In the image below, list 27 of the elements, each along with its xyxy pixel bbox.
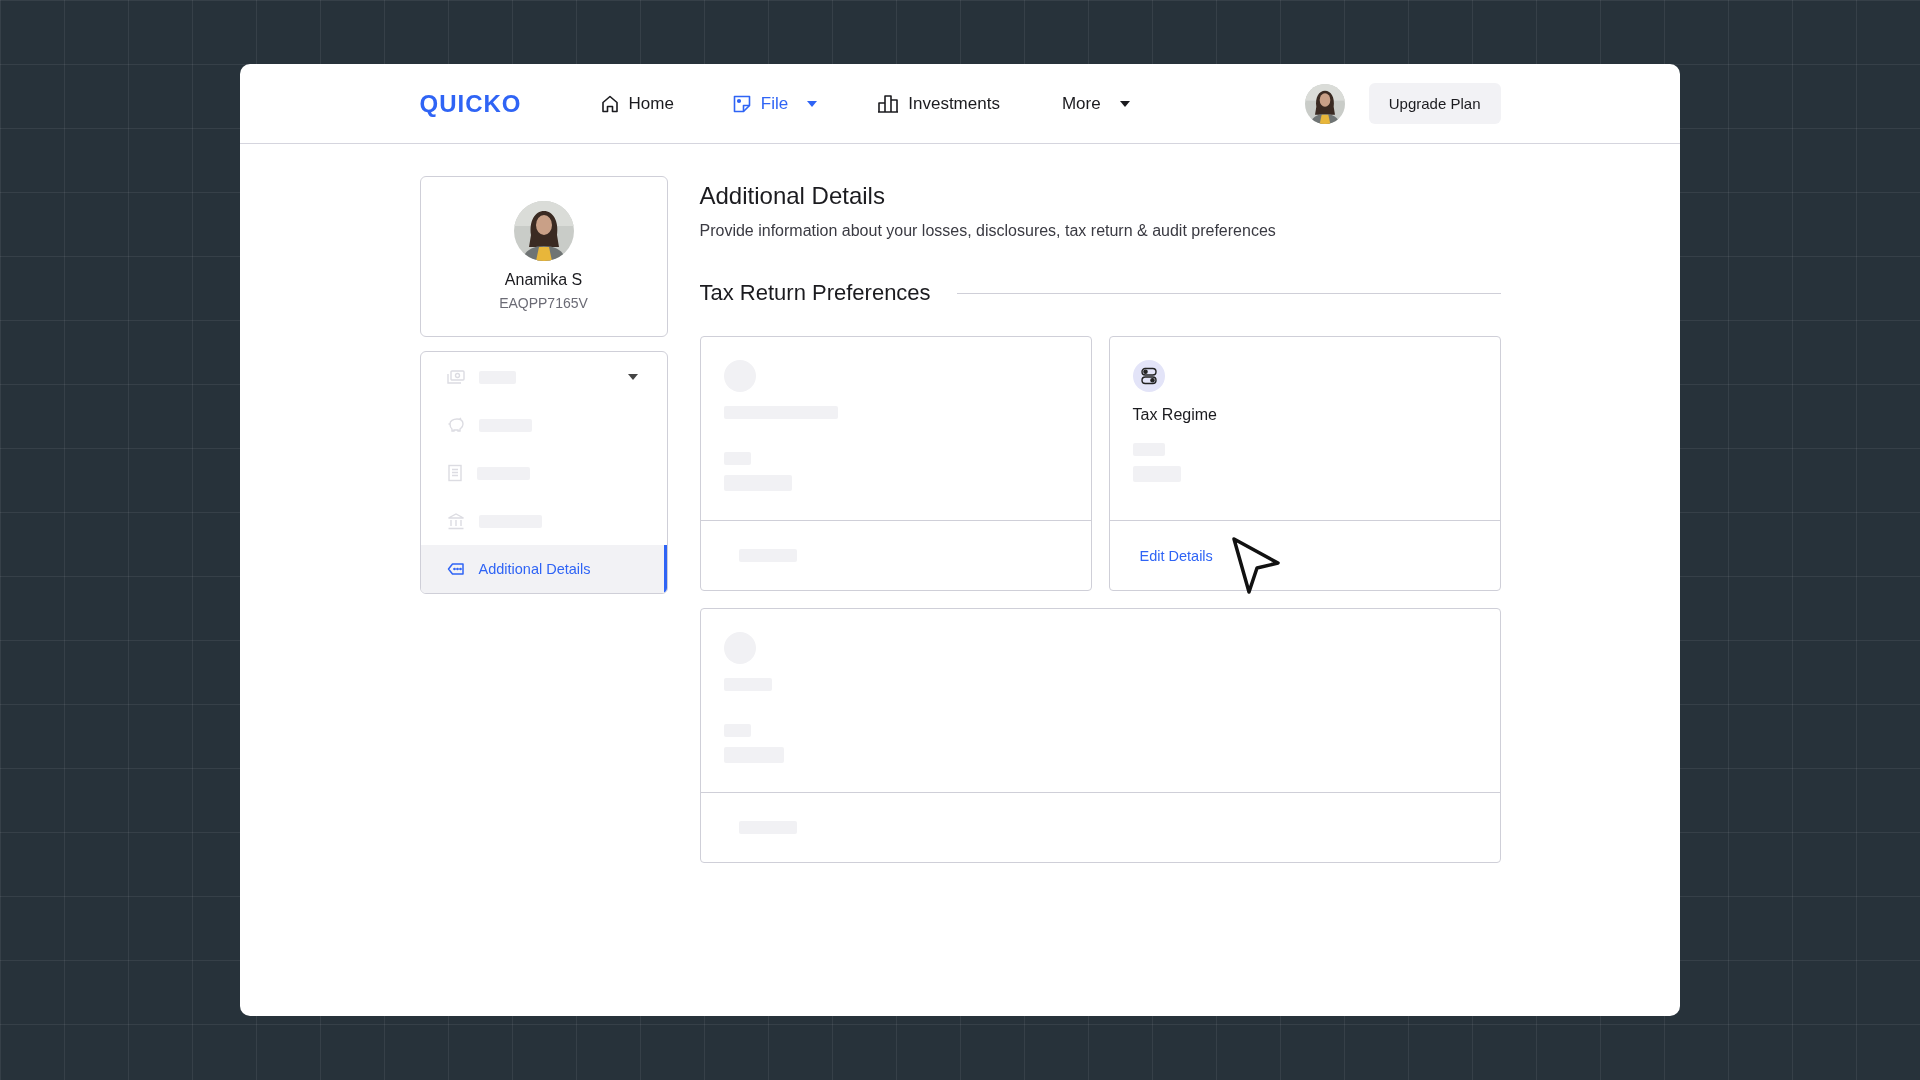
piggy-bank-icon	[446, 417, 465, 433]
pan-number: EAQPP7165V	[499, 295, 588, 311]
logo[interactable]: QUICKO	[419, 89, 522, 118]
bank-icon	[446, 512, 465, 530]
bar-chart-icon	[877, 93, 900, 114]
section-title: Tax Return Preferences	[699, 280, 931, 306]
home-icon	[599, 93, 620, 114]
page-title: Additional Details	[699, 182, 886, 210]
document-icon	[446, 464, 463, 482]
cash-icon	[446, 369, 465, 385]
cursor-icon	[1230, 535, 1282, 597]
page-subtitle: Provide information about your losses, disclosures, tax return & audit preferences	[699, 222, 1277, 240]
nav-link[interactable]: More	[1061, 87, 1130, 120]
caret-icon	[1119, 100, 1130, 107]
card-title: Tax Regime	[1132, 406, 1218, 425]
toggle-icon	[1132, 360, 1165, 392]
upgrade-button[interactable]: Upgrade Plan	[1368, 83, 1501, 124]
nav-link[interactable]: File	[731, 87, 818, 120]
profile-name: Anamika S	[504, 271, 583, 289]
note-icon	[731, 93, 752, 114]
sidebar-item[interactable]: Additional Details	[420, 545, 667, 593]
caret-icon	[807, 100, 818, 107]
nav-link[interactable]: Home	[599, 87, 674, 120]
tag-icon	[446, 562, 465, 576]
caret-icon	[627, 374, 638, 380]
edit-details-link[interactable]: Edit Details	[1139, 547, 1213, 564]
nav-link[interactable]: Investments	[877, 87, 1000, 120]
